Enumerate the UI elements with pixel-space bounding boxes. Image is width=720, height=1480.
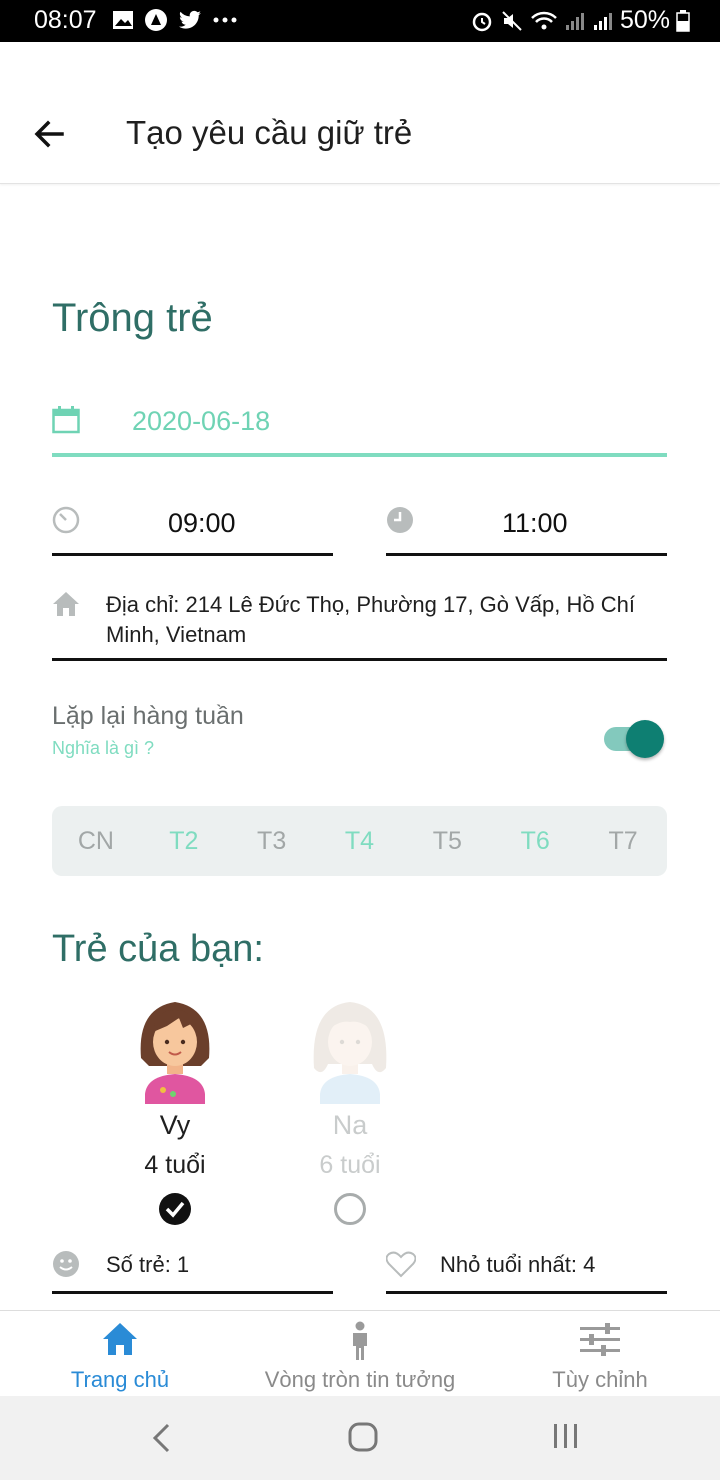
sliders-icon [580, 1323, 620, 1356]
system-navigation-bar [0, 1396, 720, 1480]
child-card-vy[interactable]: Vy 4 tuổi [105, 998, 245, 1226]
day-sunday[interactable]: CN [52, 827, 140, 856]
repeat-help-link[interactable]: Nghĩa là gì ? [52, 738, 154, 759]
calendar-icon [52, 406, 80, 434]
alarm-icon [472, 12, 492, 31]
nav-trust-circle[interactable]: Vòng tròn tin tưởng [240, 1311, 480, 1397]
repeat-label: Lặp lại hàng tuần [52, 702, 244, 730]
system-back-icon[interactable] [150, 1422, 174, 1454]
child-name: Na [332, 1110, 368, 1140]
address-text: Địa chỉ: 214 Lê Đức Thọ, Phường 17, Gò V… [106, 592, 635, 647]
end-time-value: 11:00 [502, 508, 568, 538]
weekday-selector: CN T2 T3 T4 T5 T6 T7 [52, 806, 667, 876]
clock-icon [387, 507, 413, 533]
section-title: Trông trẻ [52, 296, 213, 340]
nav-settings[interactable]: Tùy chỉnh [480, 1311, 720, 1397]
end-time-underline [386, 553, 667, 556]
app-bar: Tạo yêu cầu giữ trẻ [0, 42, 720, 184]
date-field[interactable]: 2020-06-18 [52, 396, 667, 460]
nav-home-label: Trang chủ [70, 1367, 170, 1392]
children-count-label: Số trẻ: 1 [106, 1252, 190, 1277]
back-button[interactable] [30, 114, 70, 154]
address-underline [52, 658, 667, 661]
arrow-back-icon [34, 120, 64, 148]
radio-unchecked-icon [334, 1193, 366, 1225]
nav-settings-label: Tùy chỉnh [552, 1367, 648, 1392]
gallery-icon [113, 11, 133, 29]
smiley-icon [53, 1251, 79, 1277]
twitter-icon [179, 10, 201, 29]
signal-icon [565, 12, 584, 30]
home-icon [53, 592, 79, 616]
day-friday[interactable]: T6 [491, 827, 579, 856]
app-icon [145, 9, 167, 31]
timer-icon [52, 506, 80, 534]
bottom-navigation: Trang chủ Vòng tròn tin tưởng Tùy chỉnh [0, 1310, 720, 1396]
nav-home[interactable]: Trang chủ [0, 1311, 240, 1397]
battery-percent: 50% [619, 6, 670, 34]
heart-icon [386, 1251, 416, 1278]
start-time-field[interactable]: 09:00 [52, 498, 333, 558]
child-name: Vy [159, 1110, 191, 1140]
person-icon [353, 1321, 367, 1360]
nav-trust-circle-label: Vòng tròn tin tưởng [264, 1367, 456, 1392]
status-bar: 08:07 50% [0, 0, 720, 42]
battery-icon [676, 9, 690, 32]
end-time-field[interactable]: 11:00 [386, 498, 667, 558]
signal-2-icon [593, 12, 612, 30]
child-card-na[interactable]: Na 6 tuổi [280, 998, 420, 1226]
page-title: Tạo yêu cầu giữ trẻ [126, 114, 413, 151]
day-thursday[interactable]: T5 [403, 827, 491, 856]
youngest-age: Nhỏ tuổi nhất: 4 [386, 1248, 667, 1296]
toggle-knob [626, 720, 664, 758]
address-field[interactable]: Địa chỉ: 214 Lê Đức Thọ, Phường 17, Gò V… [52, 588, 667, 664]
count-underline [52, 1291, 333, 1294]
more-notifications-icon [213, 17, 237, 23]
check-circle-icon [159, 1193, 191, 1225]
date-underline [52, 453, 667, 457]
mute-icon [502, 10, 522, 31]
children-title: Trẻ của bạn: [52, 928, 264, 970]
start-time-value: 09:00 [168, 508, 236, 538]
girl-avatar-icon [313, 1002, 387, 1104]
day-tuesday[interactable]: T3 [228, 827, 316, 856]
youngest-underline [386, 1291, 667, 1294]
day-wednesday[interactable]: T4 [316, 827, 404, 856]
start-time-underline [52, 553, 333, 556]
system-recents-icon[interactable] [552, 1422, 580, 1450]
wifi-icon [531, 11, 557, 29]
day-saturday[interactable]: T7 [579, 827, 667, 856]
child-age: 4 tuổi [144, 1151, 206, 1179]
girl-avatar-icon [140, 1002, 210, 1104]
children-count: Số trẻ: 1 [52, 1248, 333, 1296]
day-monday[interactable]: T2 [140, 827, 228, 856]
home-icon [103, 1323, 137, 1355]
youngest-age-label: Nhỏ tuổi nhất: 4 [440, 1252, 596, 1277]
child-age: 6 tuổi [319, 1151, 381, 1179]
system-home-icon[interactable] [348, 1422, 378, 1452]
status-time: 08:07 [34, 6, 97, 34]
date-value: 2020-06-18 [132, 406, 271, 436]
